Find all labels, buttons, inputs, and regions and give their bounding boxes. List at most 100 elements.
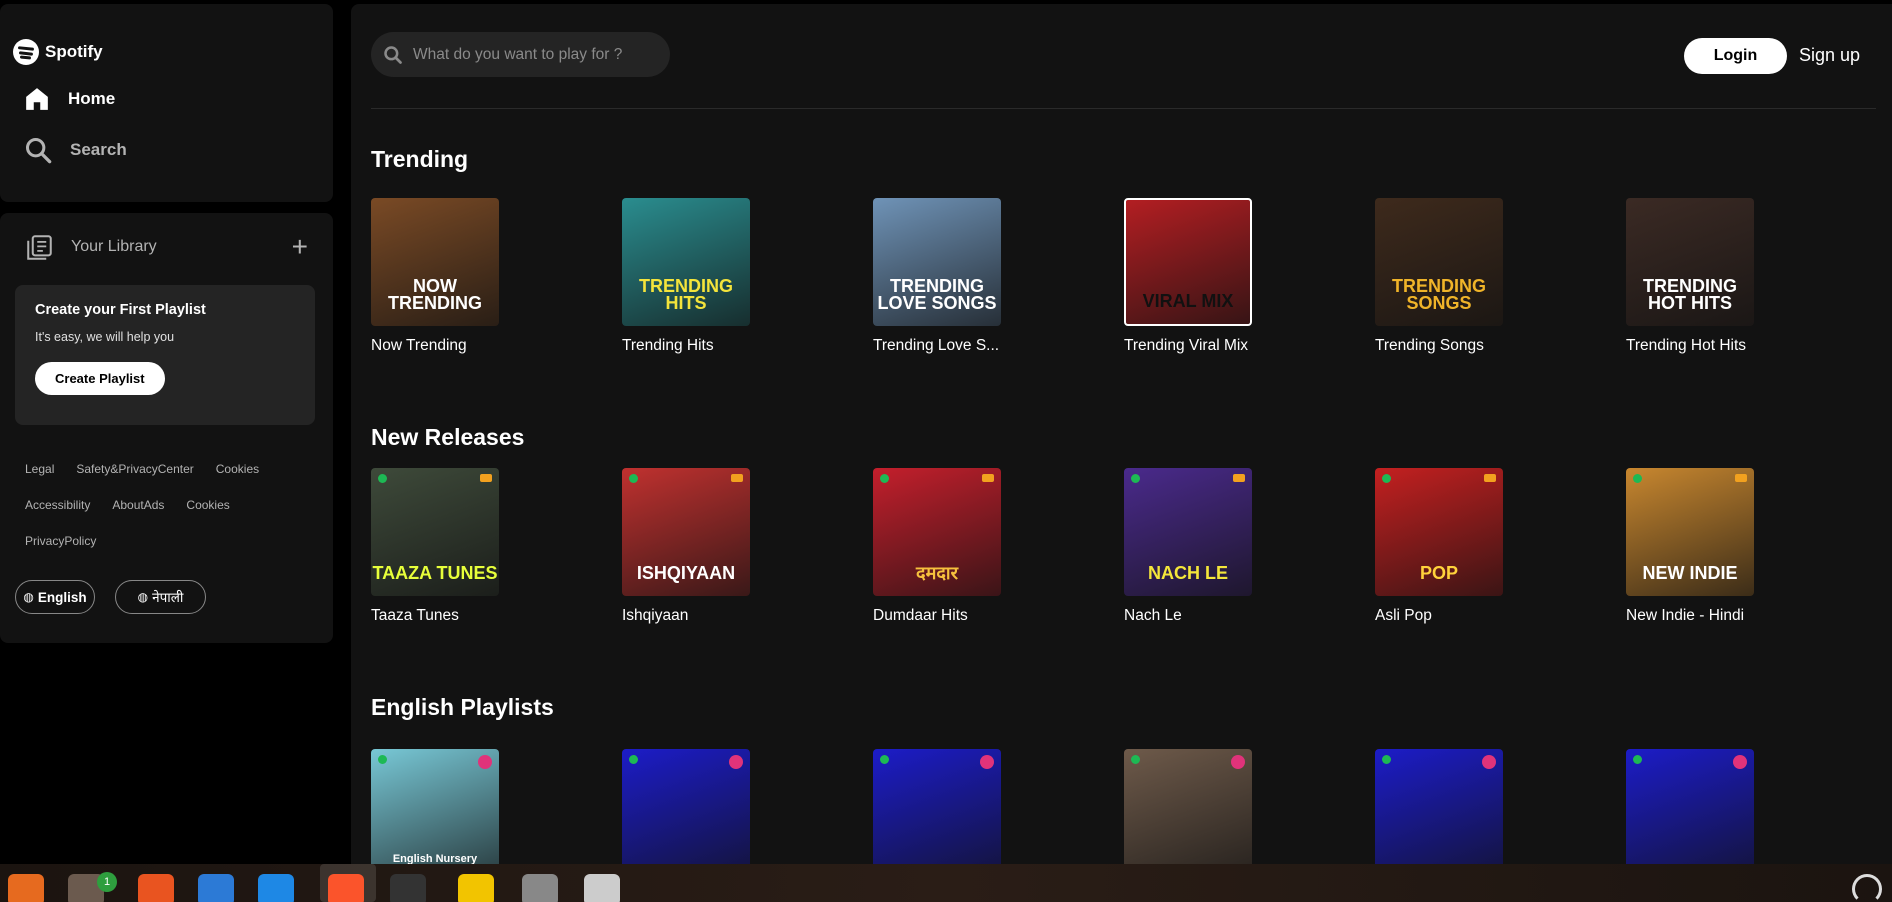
playlist-cover[interactable]: TRENDING HITS (622, 198, 750, 326)
login-button[interactable]: Login (1684, 38, 1787, 74)
playlist-card[interactable]: NACH LE Nach Le (1124, 468, 1252, 625)
accessibility-link[interactable]: Accessibility (25, 498, 90, 512)
label-badge-icon (1131, 755, 1140, 764)
cover-text: Ishqiyaan (636, 562, 736, 583)
app-store-icon[interactable] (138, 874, 174, 902)
playlist-card[interactable]: Taaza TUNES Taaza Tunes (371, 468, 499, 625)
language-english-button[interactable]: ◍ English (15, 580, 95, 614)
playlist-cover[interactable]: TRENDING HOT HITS (1626, 198, 1754, 326)
playlist-cover[interactable]: English Hit Songs (1124, 749, 1252, 877)
search-input[interactable] (413, 45, 653, 64)
about-ads-link[interactable]: AboutAds (112, 498, 164, 512)
playlist-card[interactable]: दमदार Dumdaar Hits (873, 468, 1001, 625)
playlist-title[interactable]: Now Trending (371, 337, 521, 355)
label-tag-icon (1484, 474, 1496, 482)
playlist-title[interactable]: Ishqiyaan (622, 607, 772, 625)
label-tag-icon (1733, 755, 1747, 769)
bitwarden-icon[interactable] (458, 874, 494, 902)
playlist-cover[interactable]: Ishqiyaan (622, 468, 750, 596)
label-badge-icon (1633, 474, 1642, 483)
brave-icon[interactable] (328, 874, 364, 902)
playlist-cover[interactable]: दमदार (873, 468, 1001, 596)
legal-link[interactable]: Legal (25, 462, 54, 476)
library-icon[interactable] (26, 234, 53, 261)
playlist-title[interactable]: Nach Le (1124, 607, 1274, 625)
signup-link[interactable]: Sign up (1799, 45, 1860, 66)
cover-text: NOW TRENDING (388, 275, 482, 313)
playlist-cover[interactable]: NACH LE (1124, 468, 1252, 596)
disk-icon[interactable] (522, 874, 558, 902)
playlist-card[interactable]: Trending Love Songs Trending Love S... (873, 198, 1001, 355)
playlist-title[interactable]: Trending Hits (622, 337, 772, 355)
trash-icon[interactable] (584, 874, 620, 902)
label-badge-icon (1382, 755, 1391, 764)
system-menu-icon[interactable] (1852, 874, 1882, 902)
playlist-cover[interactable]: 2000s English (873, 749, 1001, 877)
cookies-link[interactable]: Cookies (186, 498, 229, 512)
playlist-card[interactable]: Ishqiyaan Ishqiyaan (622, 468, 750, 625)
legal-links-row3: PrivacyPolicy (25, 534, 96, 548)
playlist-cover[interactable]: NOW TRENDING (371, 198, 499, 326)
label-badge-icon (1382, 474, 1391, 483)
playlist-card[interactable]: TRENDING HITS Trending Hits (622, 198, 750, 355)
search-bar[interactable] (371, 32, 670, 77)
playlist-cover[interactable]: 80s English (1375, 749, 1503, 877)
create-playlist-card: Create your First Playlist It's easy, we… (15, 285, 315, 425)
playlist-cover[interactable]: English Nursery Rhymes (371, 749, 499, 877)
safety-privacy-link[interactable]: Safety&PrivacyCenter (76, 462, 193, 476)
playlist-cover[interactable]: TOP 50 English (1626, 749, 1754, 877)
section-title-trending: Trending (371, 146, 469, 172)
playlist-title[interactable]: Dumdaar Hits (873, 607, 1023, 625)
playlist-title[interactable]: Asli Pop (1375, 607, 1525, 625)
cover-text: Taaza TUNES (372, 562, 498, 583)
add-playlist-icon[interactable]: + (292, 233, 308, 261)
playlist-card[interactable]: POP Asli Pop (1375, 468, 1503, 625)
cookies-link[interactable]: Cookies (216, 462, 259, 476)
vscode-icon[interactable] (258, 874, 294, 902)
playlist-title[interactable]: Taaza Tunes (371, 607, 521, 625)
label-tag-icon (1231, 755, 1245, 769)
taskbar: 1 (0, 864, 1892, 902)
label-tag-icon (980, 755, 994, 769)
playlist-cover[interactable]: POP (1375, 468, 1503, 596)
playlist-cover[interactable]: NEW INDIE (1626, 468, 1754, 596)
language-label: English (37, 589, 87, 605)
nav-home[interactable]: Home (24, 86, 115, 112)
label-tag-icon (1735, 474, 1747, 482)
playlist-card[interactable]: TRENDING SONGS Trending Songs (1375, 198, 1503, 355)
main-content: Login Sign up Trending NOW TRENDINGNow T… (351, 4, 1892, 877)
cover-text: VIRAL MIX (1142, 290, 1234, 311)
label-tag-icon (729, 755, 743, 769)
playlist-title[interactable]: New Indie - Hindi (1626, 607, 1776, 625)
spotify-logo-icon (13, 39, 39, 65)
playlist-cover[interactable]: TRENDING SONGS (1375, 198, 1503, 326)
playlist-title[interactable]: Trending Hot Hits (1626, 337, 1776, 355)
terminal-icon[interactable] (390, 874, 426, 902)
playlist-title[interactable]: Trending Songs (1375, 337, 1525, 355)
playlist-cover[interactable]: Trending Love Songs (873, 198, 1001, 326)
playlist-card[interactable]: NOW TRENDING Now Trending (371, 198, 499, 355)
label-tag-icon (982, 474, 994, 482)
playlist-cover[interactable]: Taaza TUNES (371, 468, 499, 596)
playlist-title[interactable]: Trending Love S... (873, 337, 1023, 355)
search-icon (25, 137, 52, 164)
create-playlist-button[interactable]: Create Playlist (35, 362, 165, 395)
playlist-card[interactable]: VIRAL MIX Trending Viral Mix (1124, 198, 1252, 355)
firefox-icon[interactable] (8, 874, 44, 902)
brand[interactable]: Spotify (13, 39, 103, 65)
help-icon[interactable] (198, 874, 234, 902)
playlist-card[interactable]: NEW INDIE New Indie - Hindi (1626, 468, 1754, 625)
globe-icon: ◍ (23, 590, 34, 604)
playlist-cover[interactable]: 2010s English (622, 749, 750, 877)
language-nepali-button[interactable]: ◍ नेपाली (115, 580, 206, 614)
playlist-cover[interactable]: VIRAL MIX (1124, 198, 1252, 326)
playlist-title[interactable]: Trending Viral Mix (1124, 337, 1274, 355)
section-title-english-playlists: English Playlists (371, 694, 554, 720)
library-title[interactable]: Your Library (71, 238, 157, 256)
nav-home-label: Home (68, 89, 116, 108)
playlist-card[interactable]: TRENDING HOT HITS Trending Hot Hits (1626, 198, 1754, 355)
privacy-policy-link[interactable]: PrivacyPolicy (25, 534, 96, 548)
section-title-new-releases: New Releases (371, 424, 525, 450)
nav-search[interactable]: Search (24, 136, 127, 164)
label-badge-icon (880, 474, 889, 483)
